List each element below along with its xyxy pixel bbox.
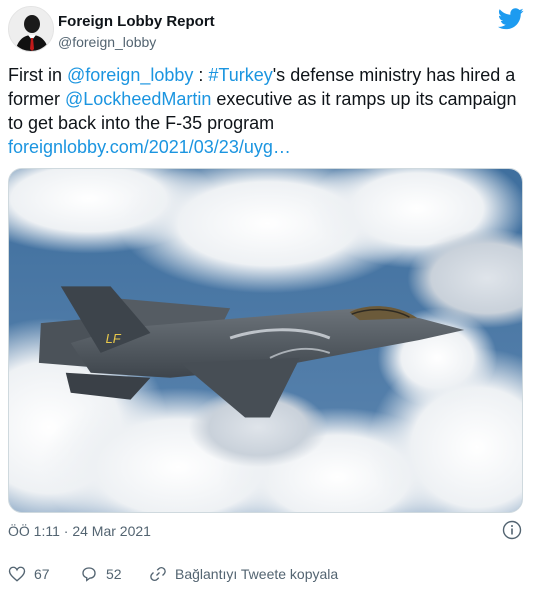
copy-link-button[interactable]: Bağlantıyı Tweete kopyala (149, 563, 338, 585)
tail-code: LF (106, 331, 122, 346)
link-icon (150, 566, 166, 582)
like-button[interactable]: 67 (8, 563, 50, 585)
tweet-media-photo[interactable]: LF (8, 168, 523, 513)
avatar-image (9, 7, 53, 51)
twitter-bird-icon[interactable] (498, 8, 524, 30)
tweet-actions: 67 52 Bağlantıyı Tweete kopyala (8, 563, 528, 585)
reply-bubble-icon (82, 567, 96, 582)
tweet-header: Foreign Lobby Report @foreign_lobby (8, 6, 524, 54)
tweet-timestamp[interactable]: ÖÖ 1:11 · 24 Mar 2021 (8, 523, 151, 539)
mention-lockheed-martin[interactable]: @LockheedMartin (65, 89, 211, 109)
reply-button[interactable]: 52 (80, 563, 122, 585)
display-name[interactable]: Foreign Lobby Report (58, 13, 215, 30)
article-link[interactable]: foreignlobby.com/2021/03/23/uyg… (8, 137, 291, 157)
user-handle[interactable]: @foreign_lobby (58, 34, 156, 50)
copy-link-label: Bağlantıyı Tweete kopyala (175, 566, 339, 582)
avatar[interactable] (8, 6, 54, 52)
f35-jet-photo: LF (9, 169, 522, 512)
like-count: 67 (34, 566, 50, 582)
reply-count: 52 (106, 566, 122, 582)
hashtag-turkey[interactable]: #Turkey (208, 65, 272, 85)
heart-icon (8, 566, 26, 582)
mention-foreign-lobby[interactable]: @foreign_lobby (67, 65, 193, 85)
tweet-text: First in @foreign_lobby : #Turkey's defe… (8, 63, 518, 159)
tweet-card: Foreign Lobby Report @foreign_lobby Firs… (0, 0, 534, 591)
info-icon[interactable] (502, 520, 522, 540)
tweet-segment: : (193, 65, 209, 85)
tweet-segment: First in (8, 65, 68, 85)
